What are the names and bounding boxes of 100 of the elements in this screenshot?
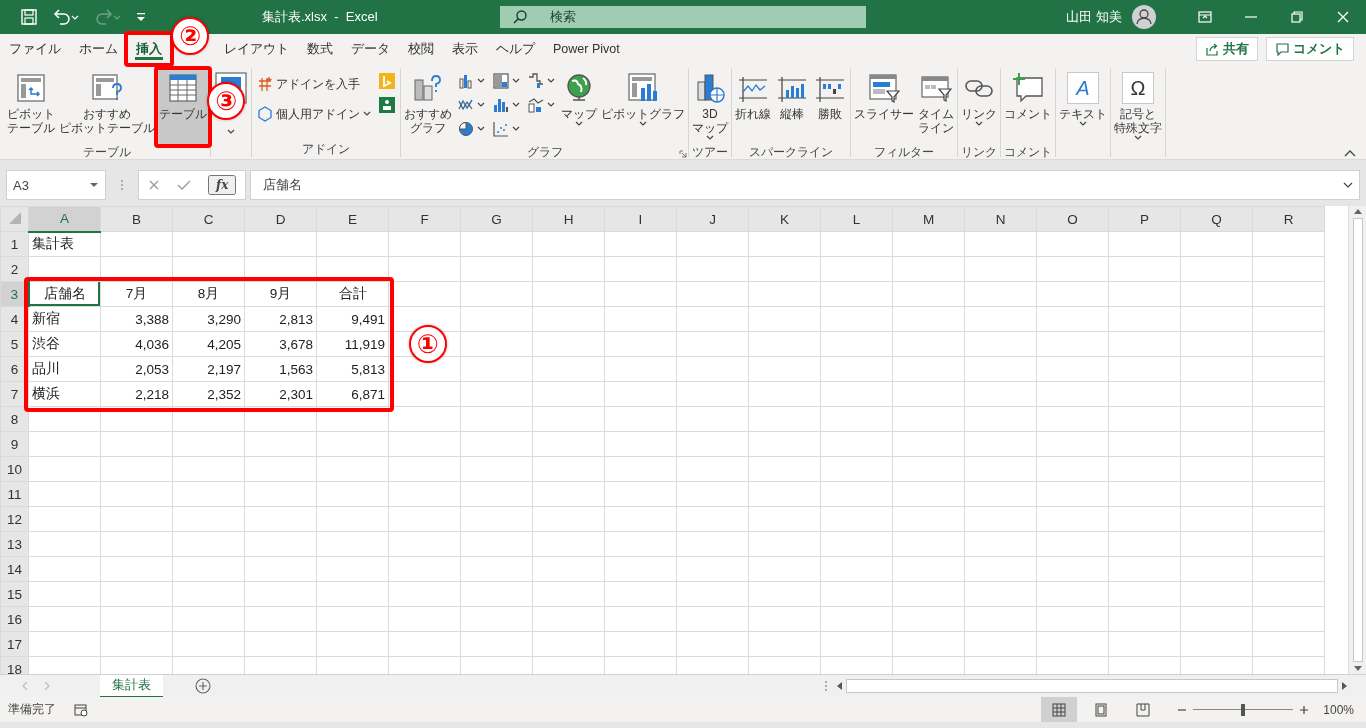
ribbon-button[interactable]: 3D マップ [691,70,729,144]
macro-record-icon[interactable] [74,702,88,717]
collapse-ribbon-icon[interactable] [1344,149,1356,157]
ribbon-button[interactable]: 個人用アドイン [254,100,374,128]
ribbon-tab[interactable]: ファイル [0,34,70,64]
ribbon-button[interactable]: テーブル [158,70,208,144]
scroll-up-icon[interactable] [1353,208,1362,214]
column-header[interactable]: J [676,206,749,232]
name-box[interactable]: A3 [6,170,106,200]
insert-function-button[interactable]: fx [208,175,237,195]
ribbon-button[interactable]: ピボットグラフ [600,70,686,144]
group-label: グラフ [526,144,563,160]
vertical-scrollbar[interactable] [1348,206,1366,674]
undo-icon[interactable] [52,8,80,26]
ribbon-button[interactable]: コメント [1003,70,1053,144]
close-icon[interactable] [1336,10,1350,24]
zoom-thumb[interactable] [1241,703,1246,716]
restore-icon[interactable] [1290,10,1304,24]
row-header[interactable]: 2 [0,256,29,282]
column-header[interactable]: O [1036,206,1109,232]
comments-button[interactable]: コメント [1266,37,1354,61]
row-header[interactable]: 15 [0,581,29,607]
ribbon-button[interactable]: Ω 記号と 特殊文字 [1113,70,1163,144]
ribbon-button[interactable]: おすすめ ピボットテーブル [58,70,156,144]
column-header[interactable]: I [604,206,677,232]
ribbon-button[interactable]: 勝敗 [812,70,848,144]
enter-icon[interactable] [176,179,191,191]
view-button[interactable] [1041,697,1078,722]
ribbon-button[interactable]: アドインを入手 [254,70,374,98]
column-header[interactable]: C [172,206,245,232]
row-header[interactable]: 1 [0,231,29,257]
ribbon-tab[interactable]: ホーム [70,34,127,64]
column-header[interactable]: F [388,206,461,232]
ribbon-tab[interactable]: ヘルプ [487,34,544,64]
caret-icon [477,126,485,132]
cancel-icon[interactable] [147,179,160,191]
column-header[interactable]: E [316,206,389,232]
ribbon-button[interactable]: タイム ライン [917,70,955,144]
scroll-right-icon[interactable] [1340,681,1348,691]
row-header[interactable]: 9 [0,431,29,457]
ribbon-display-icon[interactable] [1198,10,1212,24]
search-field[interactable]: 検索 [500,6,866,28]
caret-icon [477,78,485,84]
ribbon-button[interactable]: リンク [960,70,998,144]
column-header[interactable]: P [1108,206,1181,232]
column-header[interactable]: H [532,206,605,232]
ribbon-tab[interactable]: 表示 [443,34,487,64]
column-header[interactable]: R [1252,206,1325,232]
scroll-left-icon[interactable] [836,681,844,691]
row-header[interactable]: 11 [0,481,29,507]
caret-icon [477,102,485,108]
ribbon-button[interactable]: A テキスト [1058,70,1108,144]
row-header[interactable]: 13 [0,531,29,557]
ribbon-tab[interactable]: Power Pivot [544,34,629,64]
zoom-in-icon[interactable] [1299,704,1310,715]
ribbon-button[interactable] [376,94,398,116]
column-header[interactable]: B [100,206,173,232]
save-icon[interactable] [20,8,38,26]
ribbon-button[interactable]: おすすめ グラフ [403,70,453,144]
ribbon-tab[interactable]: 数式 [298,34,342,64]
add-sheet-icon[interactable] [195,678,211,694]
row-header[interactable]: 16 [0,606,29,632]
column-header[interactable]: A [28,206,101,232]
ribbon-button[interactable]: マップ [560,70,598,144]
ribbon-button[interactable]: スライサー [853,70,915,144]
add-in-tile-icon [379,73,395,89]
ribbon-tab[interactable]: 校閲 [399,34,443,64]
sheet-tab[interactable]: 集計表 [100,674,163,698]
ribbon-tab[interactable]: データ [342,34,399,64]
histogram-icon [493,97,509,113]
column-header[interactable]: G [460,206,533,232]
cell-text: 3,290 [207,311,241,327]
row-header[interactable]: 17 [0,631,29,657]
row-header[interactable]: 14 [0,556,29,582]
column-header[interactable]: K [748,206,821,232]
ribbon-button[interactable]: 折れ線 [734,70,772,144]
ribbon-button[interactable]: ピボット テーブル [6,70,56,144]
column-header[interactable]: L [820,206,893,232]
customize-icon[interactable] [136,12,146,22]
ribbon-tab[interactable]: レイアウト [215,34,298,64]
row-header[interactable]: 10 [0,456,29,482]
column-header[interactable]: M [892,206,965,232]
row-header[interactable]: 8 [0,406,29,432]
share-button[interactable]: 共有 [1196,37,1258,61]
normal-view-icon [1052,702,1067,717]
expand-icon[interactable] [1343,182,1353,188]
caret-icon [89,182,99,188]
avatar-icon[interactable] [1132,5,1156,29]
row-header[interactable]: 12 [0,506,29,532]
column-header[interactable]: Q [1180,206,1253,232]
caret-icon [512,126,520,132]
ribbon-tab[interactable]: 挿入 [127,34,171,64]
column-header[interactable]: D [244,206,317,232]
ribbon-button[interactable]: 縦棒 [774,70,810,144]
zoom-level[interactable]: 100% [1323,702,1354,717]
scroll-down-icon[interactable] [1353,666,1362,672]
new-comment-icon [1012,72,1044,104]
formula-field[interactable]: 店舗名 [250,170,1360,200]
column-header[interactable]: N [964,206,1037,232]
dialog-launcher-icon[interactable] [679,150,687,158]
